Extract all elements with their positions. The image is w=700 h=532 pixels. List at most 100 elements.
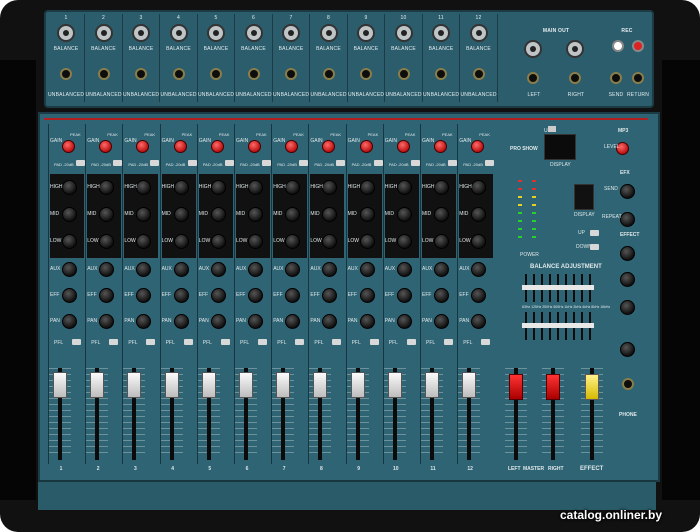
xlr-input[interactable] — [207, 24, 225, 42]
effect-level-knob[interactable] — [620, 300, 635, 315]
channel-fader[interactable] — [90, 372, 105, 398]
eff-knob[interactable] — [210, 288, 226, 303]
geq-slider[interactable] — [554, 285, 562, 290]
pad-button[interactable] — [410, 160, 420, 166]
channel-fader[interactable] — [53, 372, 67, 398]
master-fader[interactable] — [546, 374, 560, 400]
eff-knob[interactable] — [434, 288, 449, 303]
line-input-jack[interactable] — [472, 68, 485, 80]
low-knob[interactable] — [210, 234, 226, 249]
effect-fader[interactable] — [585, 374, 599, 400]
main-out-right-xlr[interactable] — [566, 40, 584, 58]
geq-slider[interactable] — [578, 323, 586, 328]
line-input-jack[interactable] — [322, 68, 335, 80]
mid-knob[interactable] — [396, 207, 412, 222]
pan-knob[interactable] — [434, 314, 449, 329]
xlr-input[interactable] — [319, 24, 338, 42]
gain-knob[interactable] — [248, 140, 261, 153]
aux-knob[interactable] — [396, 262, 412, 277]
mid-knob[interactable] — [434, 207, 449, 222]
line-input-jack[interactable] — [397, 68, 410, 80]
xlr-input[interactable] — [94, 24, 113, 42]
high-knob[interactable] — [396, 180, 412, 195]
aux-knob[interactable] — [248, 262, 263, 277]
pfl-button[interactable] — [146, 339, 156, 345]
line-input-jack[interactable] — [172, 68, 185, 80]
channel-fader[interactable] — [313, 372, 328, 398]
gain-knob[interactable] — [359, 140, 373, 153]
pan-knob[interactable] — [62, 314, 77, 329]
geq-slider[interactable] — [546, 285, 554, 290]
pan-knob[interactable] — [248, 314, 263, 329]
line-input-jack[interactable] — [60, 68, 72, 80]
geq-slider[interactable] — [530, 285, 538, 290]
eff-knob[interactable] — [248, 288, 263, 303]
pad-button[interactable] — [299, 160, 309, 166]
eff-knob[interactable] — [359, 288, 375, 303]
up-button[interactable] — [590, 230, 599, 236]
pad-button[interactable] — [485, 160, 495, 166]
mid-knob[interactable] — [62, 207, 77, 222]
efx-repeat-knob[interactable] — [620, 212, 635, 227]
channel-fader[interactable] — [164, 372, 179, 398]
high-knob[interactable] — [62, 180, 77, 195]
aux-knob[interactable] — [210, 262, 226, 277]
line-input-jack[interactable] — [435, 68, 447, 80]
pad-button[interactable] — [76, 160, 85, 166]
pad-button[interactable] — [336, 160, 346, 166]
gain-knob[interactable] — [210, 140, 224, 153]
line-input-jack[interactable] — [135, 68, 147, 80]
rec-rca-white[interactable] — [612, 40, 624, 52]
gain-knob[interactable] — [62, 140, 75, 153]
low-knob[interactable] — [359, 234, 375, 249]
main-out-left-jack[interactable] — [527, 72, 539, 84]
line-input-jack[interactable] — [210, 68, 222, 80]
pfl-button[interactable] — [258, 339, 267, 345]
xlr-input[interactable] — [244, 24, 263, 42]
xlr-input[interactable] — [57, 24, 75, 42]
phone-level-knob[interactable] — [620, 342, 635, 357]
return-jack[interactable] — [632, 72, 644, 84]
pan-knob[interactable] — [396, 314, 412, 329]
high-knob[interactable] — [434, 180, 449, 195]
high-knob[interactable] — [359, 180, 375, 195]
phone-jack[interactable] — [622, 378, 634, 390]
low-knob[interactable] — [434, 234, 449, 249]
geq-slider[interactable] — [546, 323, 554, 328]
gain-knob[interactable] — [396, 140, 410, 153]
effect-repeat-knob[interactable] — [620, 272, 635, 287]
pfl-button[interactable] — [109, 339, 119, 345]
pfl-button[interactable] — [72, 339, 81, 345]
efx-send-knob[interactable] — [620, 184, 635, 199]
xlr-input[interactable] — [282, 24, 300, 42]
geq-slider[interactable] — [570, 323, 578, 328]
pfl-button[interactable] — [481, 339, 491, 345]
xlr-input[interactable] — [432, 24, 450, 42]
mid-knob[interactable] — [173, 207, 189, 222]
channel-fader[interactable] — [276, 372, 291, 398]
pan-knob[interactable] — [359, 314, 375, 329]
pad-button[interactable] — [262, 160, 271, 166]
gain-knob[interactable] — [173, 140, 187, 153]
pad-button[interactable] — [224, 160, 234, 166]
effect-send-knob[interactable] — [620, 246, 635, 261]
pad-button[interactable] — [187, 160, 197, 166]
xlr-input[interactable] — [132, 24, 150, 42]
aux-knob[interactable] — [173, 262, 189, 277]
pan-knob[interactable] — [210, 314, 226, 329]
mid-knob[interactable] — [210, 207, 226, 222]
xlr-input[interactable] — [357, 24, 375, 42]
high-knob[interactable] — [210, 180, 226, 195]
pad-button[interactable] — [448, 160, 457, 166]
main-out-right-jack[interactable] — [569, 72, 581, 84]
pfl-button[interactable] — [332, 339, 342, 345]
geq-slider[interactable] — [522, 323, 530, 328]
master-fader[interactable] — [509, 374, 523, 400]
aux-knob[interactable] — [359, 262, 375, 277]
geq-slider[interactable] — [578, 285, 586, 290]
xlr-input[interactable] — [169, 24, 188, 42]
pad-button[interactable] — [373, 160, 383, 166]
main-out-left-xlr[interactable] — [524, 40, 542, 58]
xlr-input[interactable] — [394, 24, 413, 42]
xlr-input[interactable] — [469, 24, 488, 42]
